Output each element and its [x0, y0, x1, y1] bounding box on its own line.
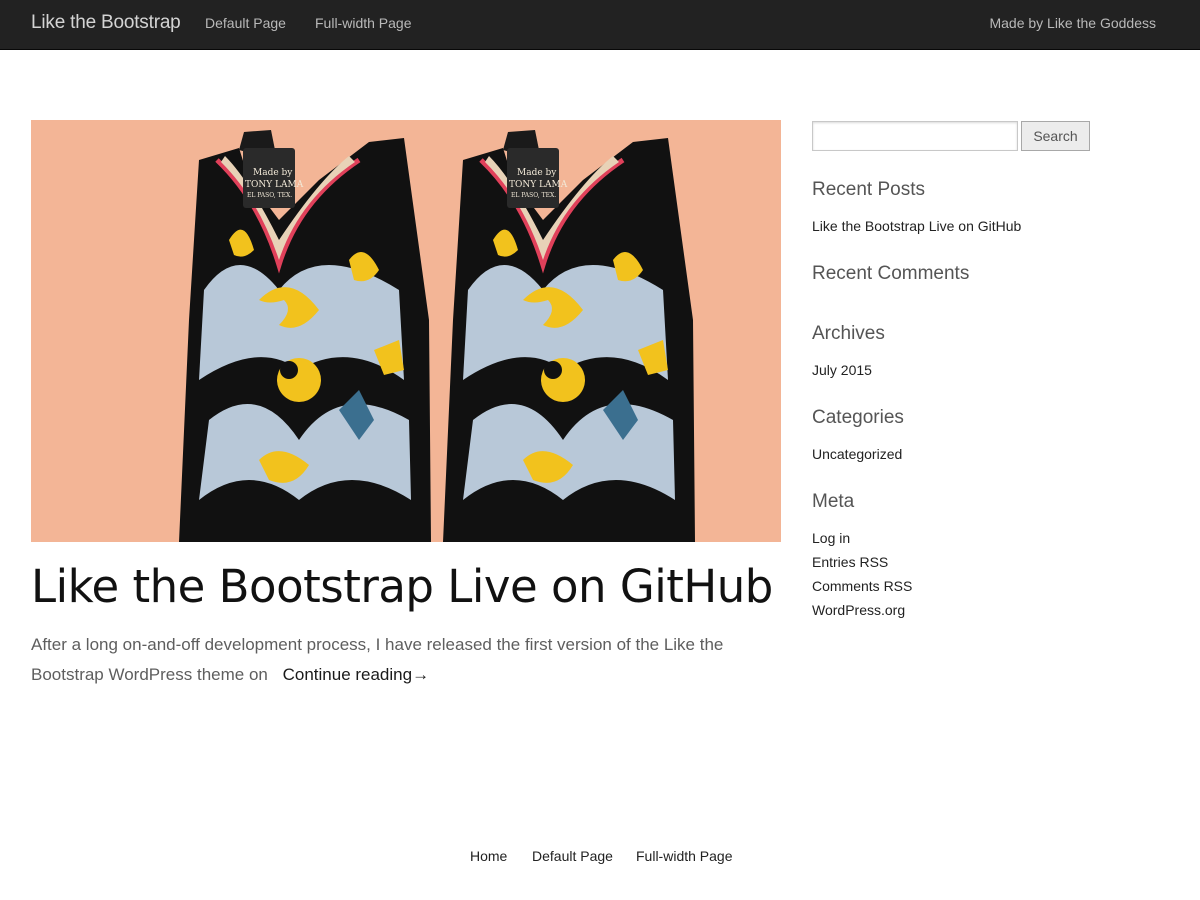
nav-default-page[interactable]: Default Page [205, 15, 286, 31]
archives-heading: Archives [812, 323, 885, 344]
meta-log-in-link[interactable]: Log in [812, 530, 850, 546]
footer-home-link[interactable]: Home [470, 848, 507, 864]
search-button[interactable]: Search [1021, 121, 1090, 151]
featured-image[interactable]: Made by TONY LAMA EL PASO, TEX. Made by … [31, 120, 781, 542]
meta-entries-rss-link[interactable]: Entries RSS [812, 554, 888, 570]
top-navbar: Like the Bootstrap Default Page Full-wid… [0, 0, 1200, 50]
search-input[interactable] [812, 121, 1018, 151]
meta-comments-rss-link[interactable]: Comments RSS [812, 578, 912, 594]
boot-label-brand: TONY LAMA [245, 180, 304, 190]
boot-label-place: EL PASO, TEX. [247, 192, 292, 199]
continue-reading-link[interactable]: Continue reading→ [283, 665, 429, 684]
nav-full-width-page[interactable]: Full-width Page [315, 15, 412, 31]
boots-illustration: Made by TONY LAMA EL PASO, TEX. Made by … [31, 120, 781, 542]
footer-full-width-page-link[interactable]: Full-width Page [636, 848, 733, 864]
boot-label-brand-2: TONY LAMA [509, 180, 568, 190]
boot-label-place-2: EL PASO, TEX. [511, 192, 556, 199]
post-excerpt: After a long on-and-off development proc… [31, 630, 771, 690]
post-title[interactable]: Like the Bootstrap Live on GitHub [31, 560, 773, 613]
boot-label-maker: Made by [253, 168, 293, 178]
footer-default-page-link[interactable]: Default Page [532, 848, 613, 864]
site-brand-link[interactable]: Like the Bootstrap [31, 12, 181, 34]
categories-heading: Categories [812, 407, 904, 428]
category-link-uncategorized[interactable]: Uncategorized [812, 446, 902, 462]
nav-made-by-link[interactable]: Made by Like the Goddess [989, 15, 1156, 31]
archive-link-july-2015[interactable]: July 2015 [812, 362, 872, 378]
meta-wordpress-org-link[interactable]: WordPress.org [812, 602, 905, 618]
boot-label-maker-2: Made by [517, 168, 557, 178]
recent-comments-heading: Recent Comments [812, 263, 970, 284]
recent-post-link[interactable]: Like the Bootstrap Live on GitHub [812, 218, 1021, 234]
recent-posts-heading: Recent Posts [812, 179, 925, 200]
meta-heading: Meta [812, 491, 855, 512]
